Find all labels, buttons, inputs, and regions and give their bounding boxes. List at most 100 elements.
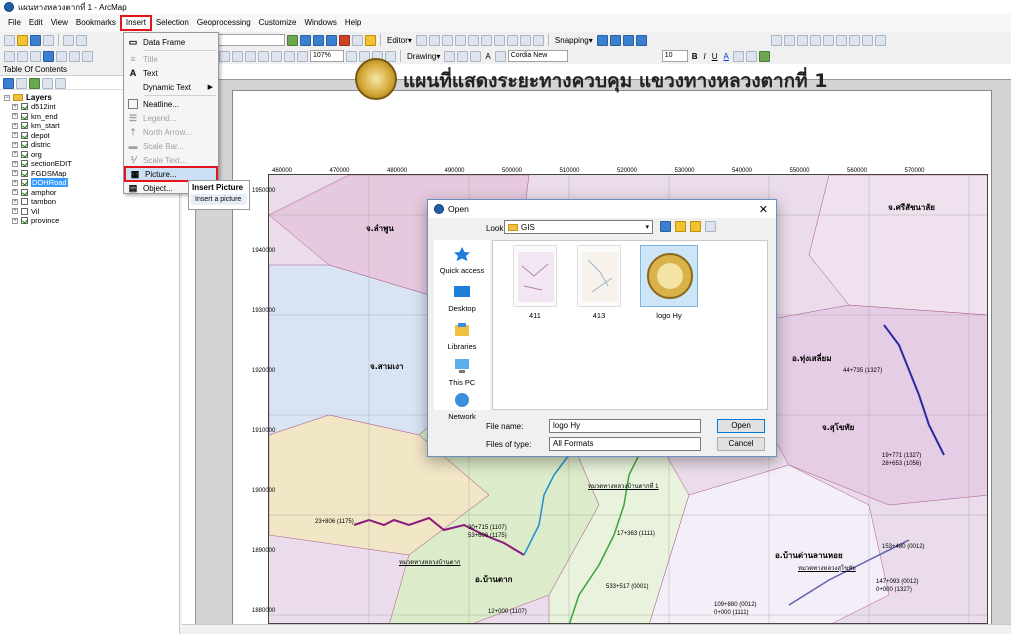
place-quick-access[interactable]: Quick access (434, 246, 490, 275)
layer-visibility-checkbox[interactable] (21, 112, 28, 120)
view-menu-icon[interactable] (705, 221, 716, 232)
look-in-dropdown[interactable]: GIS ▾ (504, 220, 653, 234)
list-by-visibility-icon[interactable] (29, 78, 40, 89)
font-size-combobox[interactable]: 10 (661, 50, 688, 62)
list-by-selection-icon[interactable] (42, 78, 53, 89)
menu-view[interactable]: View (47, 16, 72, 30)
generalize-icon[interactable] (861, 34, 873, 46)
layer-visibility-checkbox[interactable] (21, 207, 28, 215)
menu-edit[interactable]: Edit (25, 16, 47, 30)
zoom-out-icon[interactable] (17, 50, 28, 62)
file-name-field[interactable]: logo Hy (549, 419, 701, 433)
layer-visibility-checkbox[interactable] (21, 103, 28, 111)
cancel-button[interactable]: Cancel (717, 437, 765, 451)
map-title[interactable]: แผนที่แสดงระยะทางควบคุม แขวงทางหลวงตากที… (403, 66, 828, 96)
file-item[interactable]: 413 (575, 245, 623, 320)
menu-selection[interactable]: Selection (152, 16, 193, 30)
layer-visibility-checkbox[interactable] (21, 160, 28, 168)
layer-visibility-checkbox[interactable] (21, 217, 28, 225)
catalog-icon[interactable] (313, 34, 324, 46)
new-text-tool[interactable]: A (483, 52, 492, 61)
rotate-element-icon[interactable] (457, 50, 469, 62)
rectangle-icon[interactable] (470, 50, 482, 62)
drawing-menu[interactable]: Drawing▾ (405, 52, 442, 61)
fixed-zoom-in-icon[interactable] (56, 50, 67, 62)
fixed-zoom-out-layout-icon[interactable] (271, 50, 282, 62)
search-window-icon[interactable] (326, 34, 337, 46)
layout-pan-icon[interactable] (219, 50, 230, 62)
vertex-snapping-icon[interactable] (622, 34, 634, 46)
toc-options-icon[interactable] (55, 78, 66, 89)
bold-button[interactable]: B (690, 52, 700, 61)
full-extent-icon[interactable] (43, 50, 54, 62)
select-elements-icon[interactable] (444, 50, 456, 62)
point-snapping-icon[interactable] (596, 34, 608, 46)
table-icon[interactable] (300, 34, 311, 46)
layout-scrollbar[interactable] (182, 624, 1011, 634)
menu-item-data-frame[interactable]: ▭ Data Frame (124, 35, 218, 49)
straight-segment-icon[interactable] (441, 34, 453, 46)
expand-icon[interactable]: + (12, 141, 18, 148)
open-folder-icon[interactable] (17, 34, 28, 46)
list-by-drawing-order-icon[interactable] (3, 78, 14, 89)
zoom-whole-page-icon[interactable] (232, 50, 243, 62)
smooth-icon[interactable] (874, 34, 886, 46)
fixed-zoom-in-layout-icon[interactable] (258, 50, 269, 62)
zoom-percent-combobox[interactable]: 107% (310, 50, 344, 62)
line-color-icon[interactable] (745, 50, 757, 62)
expand-icon[interactable]: + (12, 132, 18, 139)
menu-item-neatline[interactable]: Neatline... (124, 97, 218, 111)
edit-annotation-icon[interactable] (428, 34, 440, 46)
place-this-pc[interactable]: This PC (434, 358, 490, 387)
up-one-level-icon[interactable] (675, 221, 686, 232)
end-point-arc-icon[interactable] (454, 34, 466, 46)
toggle-draft-mode-icon[interactable] (346, 50, 357, 62)
end-snapping-icon[interactable] (609, 34, 621, 46)
layer-visibility-checkbox[interactable] (21, 198, 28, 206)
expand-icon[interactable]: + (12, 103, 18, 110)
expand-icon[interactable]: + (12, 208, 18, 215)
underline-button[interactable]: U (710, 52, 720, 61)
menu-help[interactable]: Help (341, 16, 365, 30)
print-icon[interactable] (43, 34, 54, 46)
expand-icon[interactable]: + (12, 189, 18, 196)
menu-item-text[interactable]: A Text (124, 66, 218, 80)
expand-icon[interactable]: + (12, 198, 18, 205)
line-intersection-icon[interactable] (835, 34, 847, 46)
expand-icon[interactable]: + (12, 113, 18, 120)
copy-features-icon[interactable] (783, 34, 795, 46)
fill-color-icon[interactable] (732, 50, 744, 62)
file-item[interactable]: 411 (511, 245, 559, 320)
editor-menu[interactable]: Editor▾ (385, 36, 414, 45)
toc-layer[interactable]: + province (0, 216, 179, 226)
font-color-button[interactable]: A (722, 52, 731, 61)
edit-tool-icon[interactable] (415, 34, 427, 46)
italic-button[interactable]: I (701, 52, 707, 61)
layer-visibility-checkbox[interactable] (21, 188, 28, 196)
trace-icon[interactable] (467, 34, 479, 46)
font-name-combobox[interactable]: Cordia New (507, 50, 568, 62)
go-forward-extent-icon[interactable] (297, 50, 308, 62)
advanced-edit-icon[interactable] (770, 34, 782, 46)
trim-icon[interactable] (822, 34, 834, 46)
menu-insert[interactable]: Insert (119, 15, 152, 31)
collapse-icon[interactable]: − (4, 94, 10, 101)
layer-visibility-checkbox[interactable] (21, 150, 28, 158)
arctoolbox-icon[interactable] (339, 34, 350, 46)
file-type-select[interactable]: All Formats (549, 437, 701, 451)
cut-icon[interactable] (63, 34, 74, 46)
menu-bookmarks[interactable]: Bookmarks (72, 16, 120, 30)
place-libraries[interactable]: Libraries (434, 322, 490, 351)
rotate-tool-icon[interactable] (493, 34, 505, 46)
toc-layer[interactable]: + Vil (0, 207, 179, 217)
model-builder-icon[interactable] (365, 34, 376, 46)
save-icon[interactable] (30, 34, 41, 46)
menu-item-dynamic-text[interactable]: Dynamic Text ▶ (124, 80, 218, 94)
expand-icon[interactable]: + (12, 170, 18, 177)
back-extent-icon[interactable] (82, 50, 93, 62)
fixed-zoom-out-icon[interactable] (69, 50, 80, 62)
open-button[interactable]: Open (717, 419, 765, 433)
sketch-properties-icon[interactable] (519, 34, 531, 46)
place-network[interactable]: Network (434, 392, 490, 421)
fillet-icon[interactable] (796, 34, 808, 46)
